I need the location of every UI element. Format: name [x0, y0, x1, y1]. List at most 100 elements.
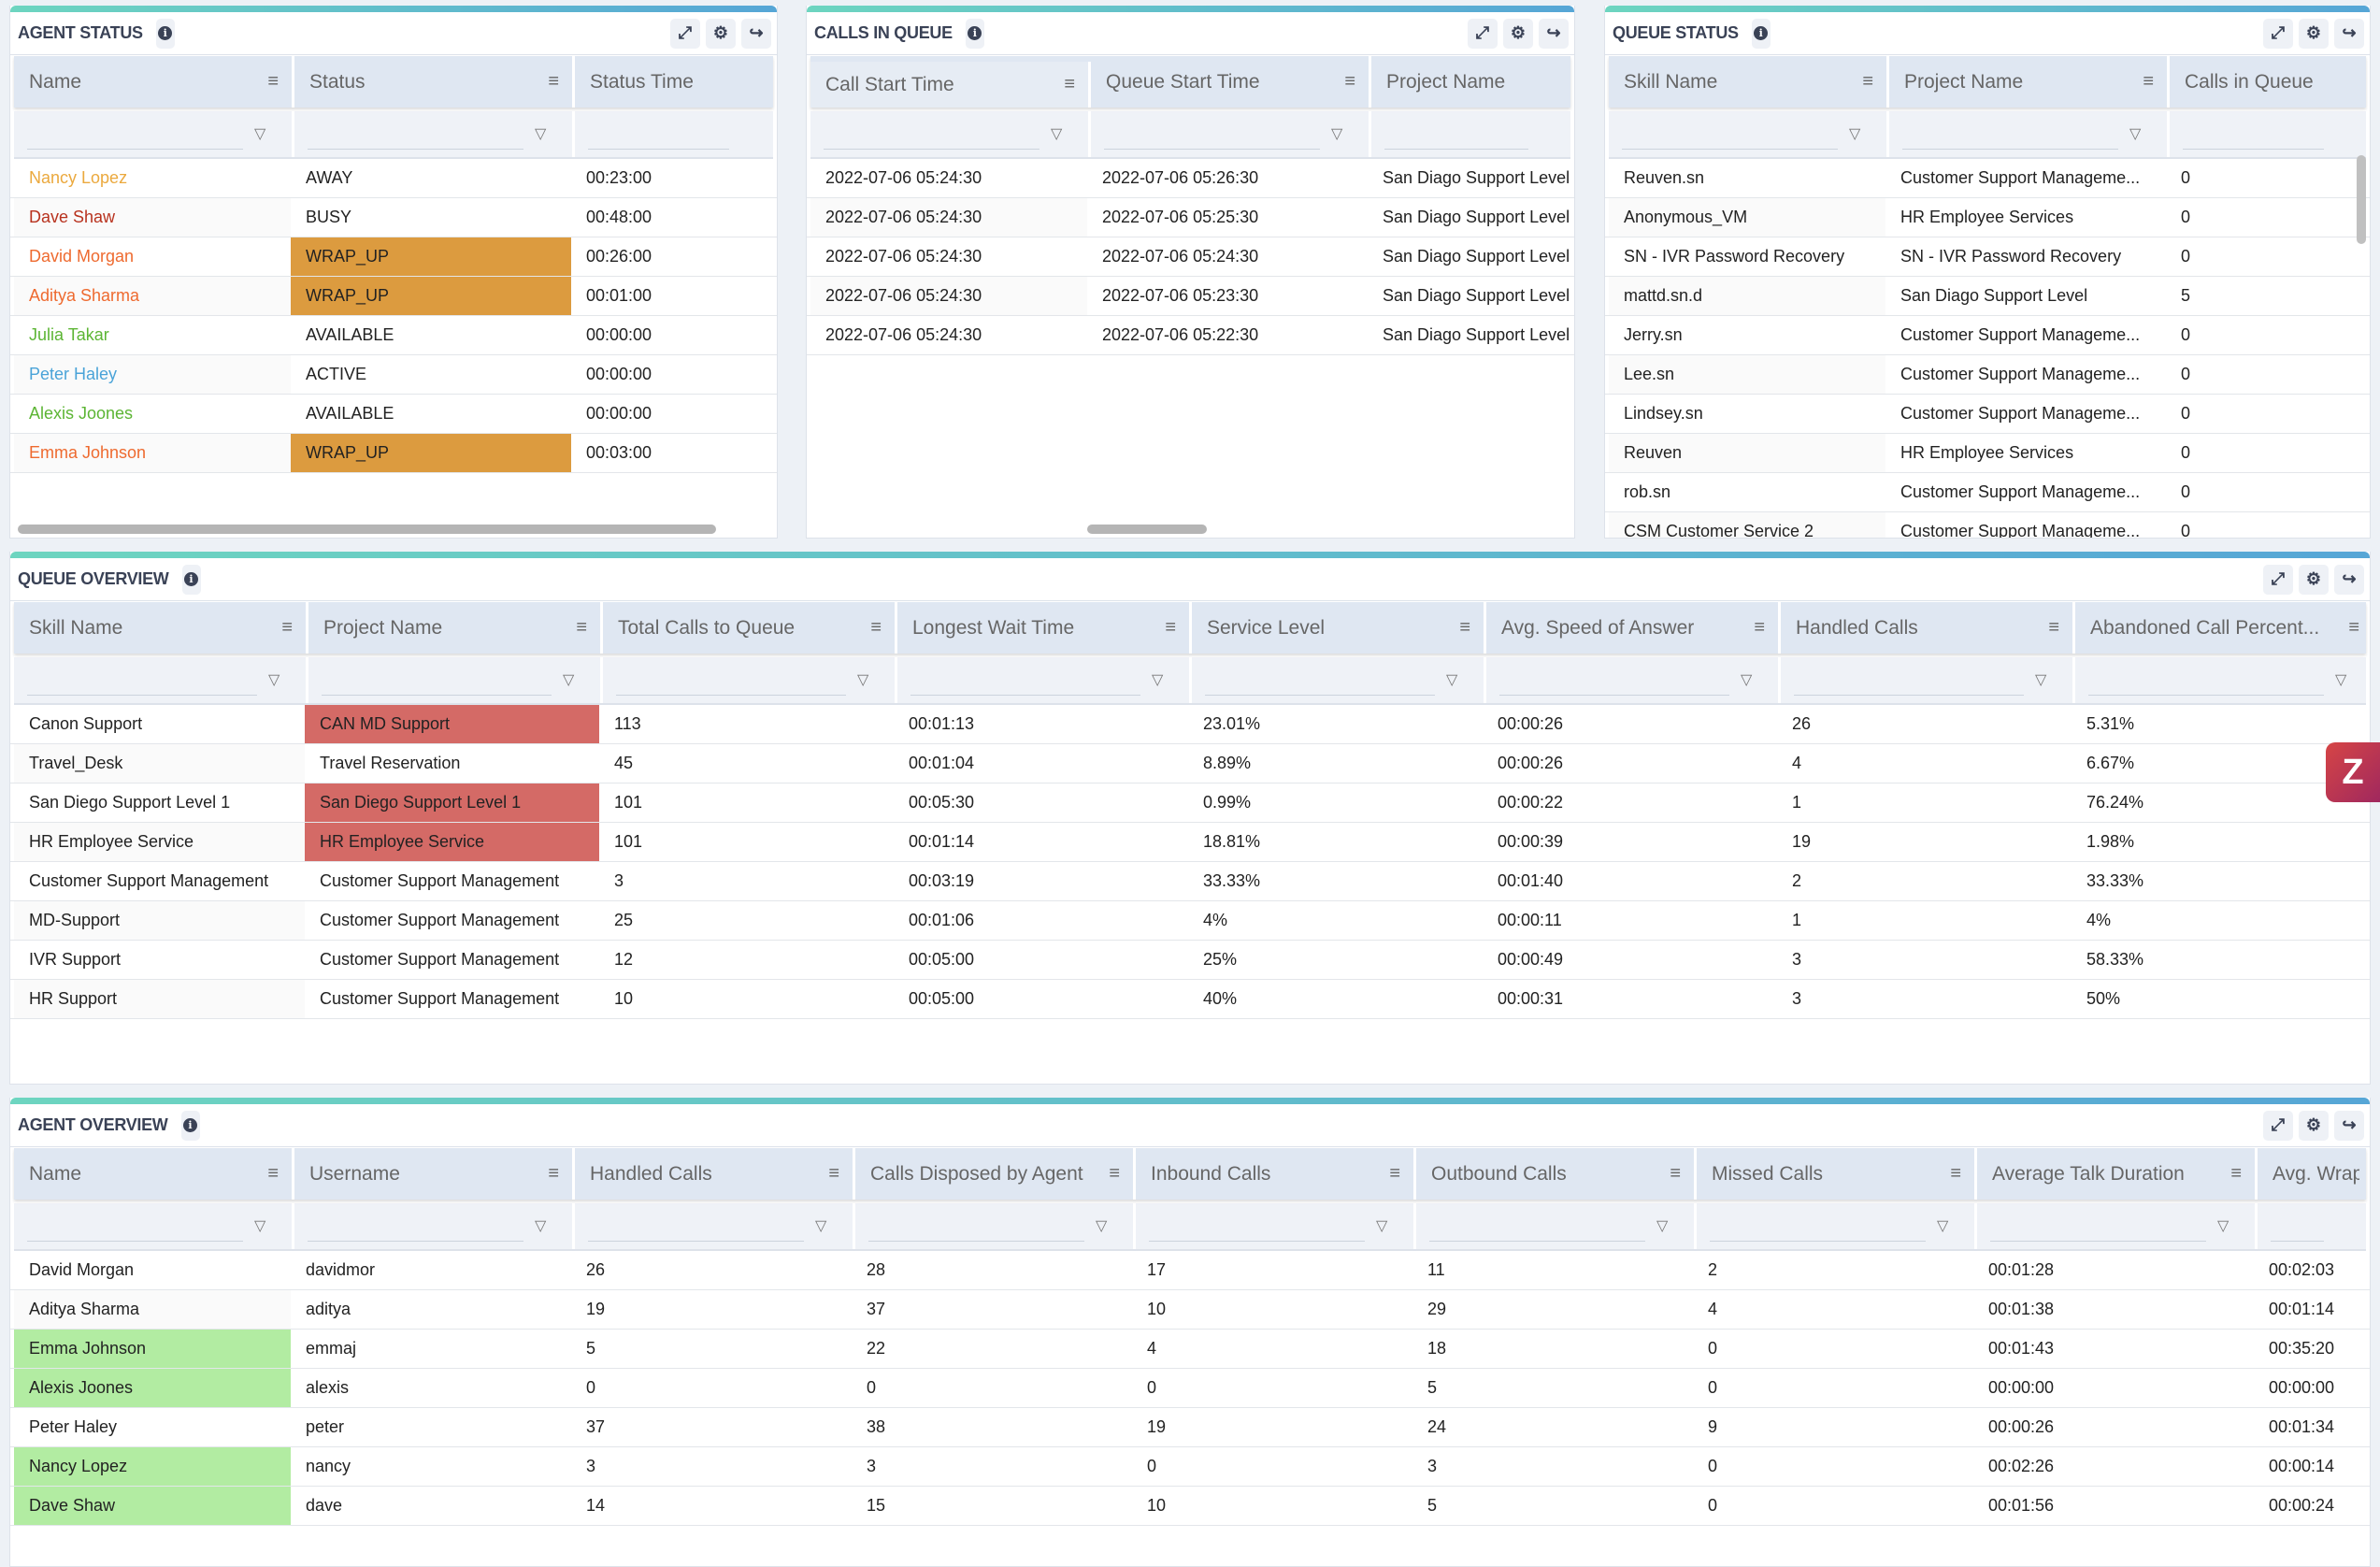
expand-button[interactable]: ⤢	[2263, 564, 2293, 595]
filter-icon[interactable]: ▽	[1376, 1216, 1393, 1234]
settings-button[interactable]: ⚙	[1503, 18, 1533, 49]
column-filter[interactable]: ▽	[855, 1203, 1136, 1249]
table-row[interactable]: 2022-07-06 05:24:30 2022-07-06 05:22:30 Sa…	[807, 316, 1574, 355]
column-header[interactable]: Outbound Calls ≡	[1416, 1148, 1697, 1200]
filter-input[interactable]	[2088, 695, 2324, 696]
filter-input[interactable]	[1104, 149, 1320, 150]
table-row[interactable]: Peter Haley ACTIVE 00:00:00	[10, 355, 777, 395]
filter-icon[interactable]: ▽	[2129, 124, 2146, 142]
table-row[interactable]: Emma Johnson WRAP_UP 00:03:00	[10, 434, 777, 473]
table-row[interactable]: Anonymous_VM HR Employee Services 0	[1605, 198, 2370, 237]
column-filter[interactable]: ▽	[1609, 111, 1889, 157]
column-header[interactable]: Status ≡	[294, 56, 575, 108]
column-menu-icon[interactable]: ≡	[2143, 71, 2154, 93]
share-button[interactable]: ↪	[2334, 18, 2364, 49]
column-menu-icon[interactable]: ≡	[2230, 1163, 2242, 1185]
column-header[interactable]: Total Calls to Queue ≡	[603, 602, 897, 654]
column-filter[interactable]: ▽	[1486, 657, 1781, 703]
table-row[interactable]: MD-Support Customer Support Management 25 0…	[10, 901, 2370, 941]
column-filter[interactable]	[575, 111, 777, 157]
column-menu-icon[interactable]: ≡	[548, 71, 559, 93]
horizontal-scrollbar[interactable]	[1087, 525, 1207, 534]
column-filter[interactable]: ▽	[294, 111, 575, 157]
column-filter[interactable]: ▽	[810, 111, 1091, 157]
filter-icon[interactable]: ▽	[2217, 1216, 2234, 1234]
table-row[interactable]: Aditya Sharma WRAP_UP 00:01:00	[10, 277, 777, 316]
filter-icon[interactable]: ▽	[268, 670, 285, 688]
filter-input[interactable]	[616, 695, 846, 696]
column-header[interactable]: Handled Calls ≡	[575, 1148, 855, 1200]
column-header[interactable]: Skill Name ≡	[14, 602, 308, 654]
filter-icon[interactable]: ▽	[1741, 670, 1757, 688]
column-header[interactable]: Name ≡	[14, 1148, 294, 1200]
table-row[interactable]: mattd.sn.d San Diago Support Level 5	[1605, 277, 2370, 316]
table-row[interactable]: rob.sn Customer Support Manageme... 0	[1605, 473, 2370, 512]
share-button[interactable]: ↪	[2334, 564, 2364, 595]
column-header[interactable]: Average Talk Duration ≡	[1977, 1148, 2258, 1200]
settings-button[interactable]: ⚙	[706, 18, 736, 49]
column-header[interactable]: Inbound Calls ≡	[1136, 1148, 1416, 1200]
filter-input[interactable]	[322, 695, 552, 696]
table-row[interactable]: Aditya Sharma aditya 19 37 10 29 4 00:01:38 00:0…	[10, 1290, 2370, 1330]
column-header[interactable]: Username ≡	[294, 1148, 575, 1200]
table-row[interactable]: 2022-07-06 05:24:30 2022-07-06 05:26:30 Sa…	[807, 159, 1574, 198]
filter-icon[interactable]: ▽	[254, 1216, 271, 1234]
expand-button[interactable]: ⤢	[1468, 18, 1498, 49]
table-row[interactable]: San Diego Support Level 1 San Diego Suppo…	[10, 784, 2370, 823]
column-menu-icon[interactable]: ≡	[267, 1163, 279, 1185]
column-filter[interactable]: ▽	[1889, 111, 2170, 157]
share-button[interactable]: ↪	[741, 18, 771, 49]
column-filter[interactable]: ▽	[294, 1203, 575, 1249]
column-header[interactable]: Project Name ≡	[1889, 56, 2170, 108]
table-row[interactable]: 2022-07-06 05:24:30 2022-07-06 05:23:30 Sa…	[807, 277, 1574, 316]
filter-input[interactable]	[308, 1241, 523, 1242]
filter-icon[interactable]: ▽	[563, 670, 580, 688]
filter-icon[interactable]: ▽	[1937, 1216, 1954, 1234]
column-filter[interactable]: ▽	[1697, 1203, 1977, 1249]
table-row[interactable]: David Morgan WRAP_UP 00:26:00	[10, 237, 777, 277]
table-row[interactable]: IVR Support Customer Support Management 12…	[10, 941, 2370, 980]
info-button[interactable]: i	[180, 1110, 200, 1141]
filter-icon[interactable]: ▽	[1446, 670, 1463, 688]
column-menu-icon[interactable]: ≡	[1389, 1163, 1400, 1185]
column-filter[interactable]: ▽	[1781, 657, 2075, 703]
table-row[interactable]: Travel_Desk Travel Reservation 45 00:01:04 8…	[10, 744, 2370, 784]
column-menu-icon[interactable]: ≡	[548, 1163, 559, 1185]
column-header[interactable]: Calls in Queue	[2170, 56, 2370, 108]
table-row[interactable]: Dave Shaw dave 14 15 10 5 0 00:01:56 00:00:24	[10, 1487, 2370, 1526]
filter-icon[interactable]: ▽	[1051, 124, 1068, 142]
table-row[interactable]: HR Employee Service HR Employee Service 10…	[10, 823, 2370, 862]
column-filter[interactable]: ▽	[14, 657, 308, 703]
table-row[interactable]: David Morgan davidmor 26 28 17 11 2 00:01:28 00:…	[10, 1251, 2370, 1290]
filter-icon[interactable]: ▽	[1096, 1216, 1112, 1234]
filter-icon[interactable]: ▽	[815, 1216, 832, 1234]
filter-input[interactable]	[1429, 1241, 1645, 1242]
filter-input[interactable]	[588, 1241, 804, 1242]
column-menu-icon[interactable]: ≡	[1459, 617, 1470, 639]
filter-input[interactable]	[27, 695, 257, 696]
column-menu-icon[interactable]: ≡	[828, 1163, 839, 1185]
column-header[interactable]: Service Level ≡	[1192, 602, 1486, 654]
column-header[interactable]: Avg. Speed of Answer ≡	[1486, 602, 1781, 654]
app-launcher-badge[interactable]: Z	[2326, 742, 2380, 802]
settings-button[interactable]: ⚙	[2299, 1110, 2329, 1141]
filter-input[interactable]	[1499, 695, 1729, 696]
table-row[interactable]: 2022-07-06 05:24:30 2022-07-06 05:25:30 Sa…	[807, 198, 1574, 237]
column-menu-icon[interactable]: ≡	[576, 617, 587, 639]
filter-input[interactable]	[27, 1241, 243, 1242]
table-row[interactable]: SN - IVR Password Recovery SN - IVR Passw…	[1605, 237, 2370, 277]
filter-input[interactable]	[1710, 1241, 1926, 1242]
table-row[interactable]: Peter Haley peter 37 38 19 24 9 00:00:26 00:01:3…	[10, 1408, 2370, 1447]
filter-input[interactable]	[1622, 149, 1838, 150]
column-menu-icon[interactable]: ≡	[281, 617, 293, 639]
info-button[interactable]: i	[1751, 18, 1771, 49]
table-row[interactable]: Nancy Lopez AWAY 00:23:00	[10, 159, 777, 198]
column-header[interactable]: Calls Disposed by Agent ≡	[855, 1148, 1136, 1200]
table-row[interactable]: Alexis Joones AVAILABLE 00:00:00	[10, 395, 777, 434]
column-menu-icon[interactable]: ≡	[1064, 74, 1075, 95]
filter-input[interactable]	[1149, 1241, 1365, 1242]
filter-icon[interactable]: ▽	[535, 124, 552, 142]
filter-input[interactable]	[2183, 149, 2324, 150]
table-row[interactable]: Customer Support Management Customer Supp…	[10, 862, 2370, 901]
filter-input[interactable]	[1990, 1241, 2206, 1242]
